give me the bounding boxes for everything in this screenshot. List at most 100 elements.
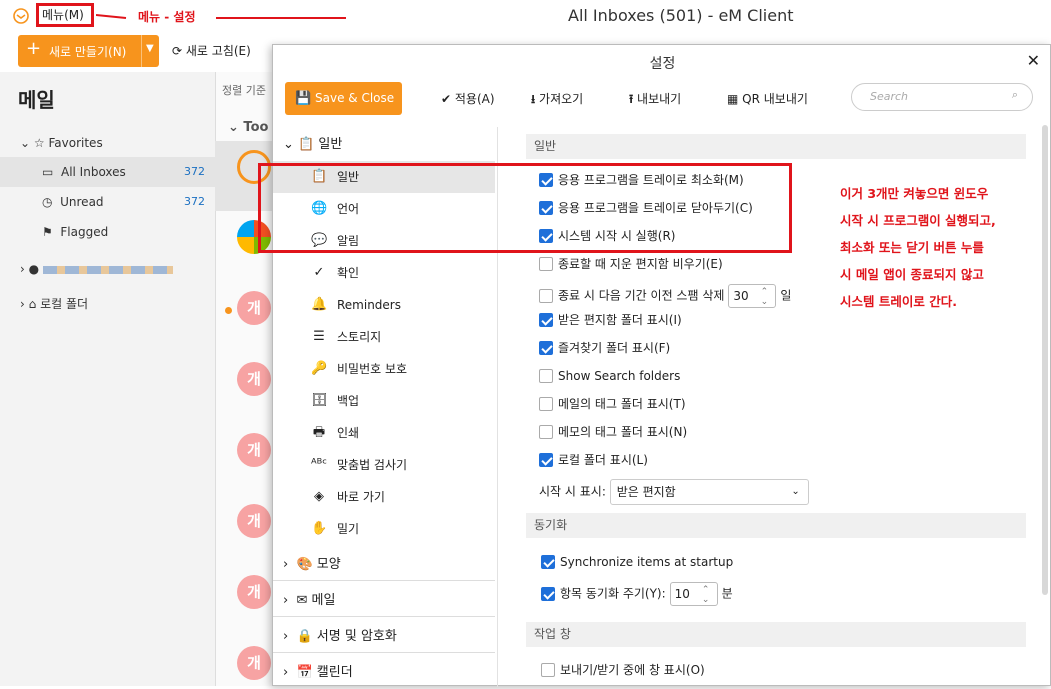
upload-icon: ⭱: [629, 92, 634, 106]
checkbox[interactable]: [539, 453, 553, 467]
stepper-unit: 일: [780, 288, 792, 303]
nav-item-label: Reminders: [337, 298, 401, 312]
section-general: 일반: [526, 134, 1026, 159]
refresh-label: 새로 고침(E): [185, 44, 251, 58]
checkbox[interactable]: [539, 425, 553, 439]
nav-item[interactable]: ☰ 스토리지: [273, 321, 495, 353]
sidebar-local-folder[interactable]: › ⌂ 로컬 폴더: [0, 289, 215, 319]
sidebar-account[interactable]: › ●: [0, 254, 215, 284]
option-row: 받은 편지함 폴더 표시(I): [539, 312, 682, 332]
chevron-down-icon[interactable]: ▼: [146, 43, 154, 54]
home-icon: ⌂: [28, 297, 37, 311]
shortcut-icon: ◈: [314, 489, 324, 504]
account-icon: ●: [28, 262, 40, 276]
nav-cat-label: 모양: [316, 557, 341, 572]
nav-item[interactable]: 🗄 백업: [273, 385, 495, 417]
stepper-value: 10: [674, 587, 690, 601]
envelope-icon: ✉: [296, 593, 308, 608]
search-input[interactable]: Search ⌕: [851, 83, 1033, 111]
qr-export-button[interactable]: ▦ QR 내보내기: [727, 90, 808, 107]
nav-item[interactable]: ᴬᴮᶜ 맞춤법 검사기: [273, 449, 495, 481]
checkbox[interactable]: [539, 369, 553, 383]
export-button[interactable]: ⭱ 내보내기: [629, 90, 681, 111]
option-row: Show Search folders: [539, 368, 680, 388]
nav-item[interactable]: 🔑 비밀번호 보호: [273, 353, 495, 385]
chevron-right-icon: ›: [283, 665, 289, 680]
nav-cat-general[interactable]: ⌄ 📋 일반: [273, 129, 495, 161]
sidebar-heading: 메일: [18, 88, 55, 112]
nav-item[interactable]: 🖶 인쇄: [273, 417, 495, 449]
chevron-right-icon: ›: [283, 629, 289, 644]
nav-cat-label: 서명 및 암호화: [316, 629, 397, 644]
option-row: 종료 시 다음 기간 이전 스팸 삭제 30 일: [539, 284, 792, 308]
checkbox[interactable]: [541, 586, 555, 601]
close-icon[interactable]: ✕: [1027, 51, 1040, 70]
annotation-line: 최소화 또는 닫기 버튼 누를: [840, 240, 984, 255]
nav-item[interactable]: ✋ 밀기: [273, 513, 495, 545]
checkbox[interactable]: [539, 397, 553, 411]
checkbox[interactable]: [541, 663, 555, 677]
startup-select[interactable]: 받은 편지함 ⌄: [609, 479, 809, 505]
sidebar-favorites[interactable]: ⌄ ☆ Favorites: [0, 128, 215, 158]
flag-icon: ⚑: [42, 225, 53, 239]
sidebar-item-all-inboxes[interactable]: ▭ All Inboxes 372: [0, 157, 215, 187]
checkbox[interactable]: [541, 555, 555, 569]
checkbox[interactable]: [539, 341, 553, 355]
nav-cat-calendar[interactable]: › 📅 캘린더: [273, 657, 495, 689]
dialog-title: 설정: [649, 56, 676, 72]
palette-icon: 🎨: [296, 557, 313, 572]
annotation-line: 이거 3개만 켜놓으면 윈도우: [840, 186, 989, 201]
spellcheck-icon: ᴬᴮᶜ: [311, 457, 328, 472]
stepper-unit: 분: [721, 586, 733, 601]
nav-item-label: 바로 가기: [337, 490, 385, 504]
nav-item[interactable]: ✓ 확인: [273, 257, 495, 289]
nav-cat-label: 일반: [318, 137, 343, 152]
lock-icon: 🔒: [296, 629, 313, 644]
avatar: 개: [237, 504, 271, 538]
star-icon: ☆: [33, 136, 45, 150]
apply-button[interactable]: ✔ 적용(A): [441, 90, 495, 107]
number-stepper[interactable]: 30: [728, 284, 777, 308]
nav-cat-signature[interactable]: › 🔒 서명 및 암호화: [273, 621, 495, 653]
option-label: 받은 편지함 폴더 표시(I): [558, 313, 682, 327]
avatar: 개: [237, 433, 271, 467]
option-row: Synchronize items at startup: [541, 554, 733, 574]
option-row: 종료할 때 지운 편지함 비우기(E): [539, 256, 723, 276]
nav-item[interactable]: ◈ 바로 가기: [273, 481, 495, 513]
option-row: 메모의 태그 폴더 표시(N): [539, 424, 687, 444]
nav-item-label: 확인: [337, 266, 360, 280]
import-label: 가져오기: [539, 92, 584, 106]
chevron-right-icon: ›: [283, 593, 289, 608]
plus-icon: +: [26, 38, 42, 59]
checkbox[interactable]: [539, 288, 553, 303]
option-row: 로컬 폴더 표시(L): [539, 452, 648, 472]
sidebar-item-label: Unread: [60, 195, 104, 209]
clock-icon: ◷: [42, 195, 53, 209]
download-icon: ⭳: [531, 92, 536, 106]
search-icon: ⌕: [1011, 88, 1018, 101]
avatar: 개: [237, 575, 271, 609]
annotation-note: 이거 3개만 켜놓으면 윈도우 시작 시 프로그램이 실행되고, 최소화 또는 닫기…: [840, 180, 1040, 315]
new-button[interactable]: + 새로 만들기(N) ▼: [18, 35, 159, 67]
sidebar-item-flagged[interactable]: ⚑ Flagged: [0, 217, 215, 247]
favorites-label: Favorites: [48, 136, 103, 150]
nav-cat-appearance[interactable]: › 🎨 모양: [273, 549, 495, 581]
nav-cat-mail[interactable]: › ✉ 메일: [273, 585, 495, 617]
nav-item-label: 밀기: [337, 522, 360, 536]
sidebar-item-label: All Inboxes: [60, 165, 126, 179]
sidebar-item-unread[interactable]: ◷ Unread 372: [0, 187, 215, 217]
menu-button[interactable]: 메뉴(M): [36, 3, 94, 27]
option-row: 항목 동기화 주기(Y): 10 분: [541, 582, 733, 606]
option-label: 로컬 폴더 표시(L): [558, 453, 648, 467]
chevron-down-icon: ⌄: [20, 136, 31, 150]
startup-label: 시작 시 표시:: [539, 484, 606, 499]
save-close-button[interactable]: 💾 Save & Close: [285, 82, 402, 115]
checkbox[interactable]: [539, 257, 553, 271]
nav-item[interactable]: 🔔 Reminders: [273, 289, 495, 321]
nav-item-label: 비밀번호 보호: [337, 362, 408, 376]
checkbox[interactable]: [539, 313, 553, 327]
import-button[interactable]: ⭳ 가져오기: [531, 90, 583, 111]
refresh-button[interactable]: ⟳ 새로 고침(E): [172, 42, 251, 59]
number-stepper[interactable]: 10: [669, 582, 718, 606]
qr-code-icon: ▦: [727, 92, 739, 106]
